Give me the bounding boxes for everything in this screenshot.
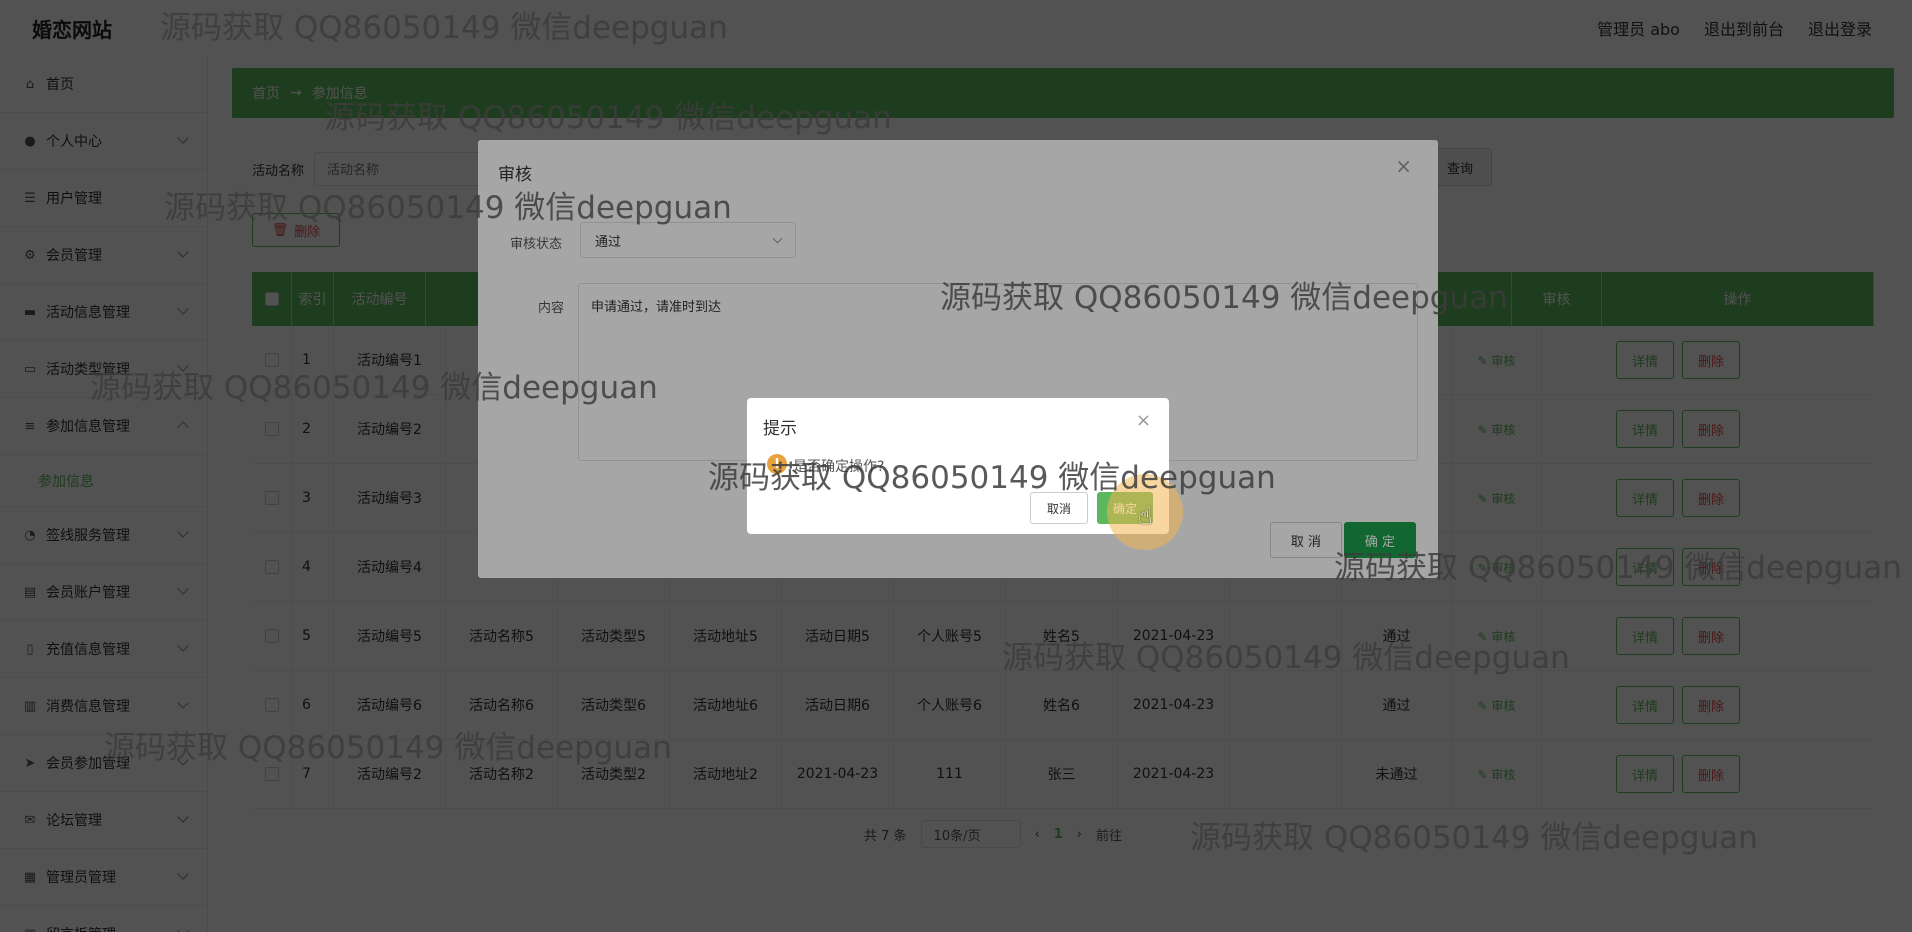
watermark: 源码获取 QQ86050149 微信deepguan (1002, 640, 1570, 676)
watermark: 源码获取 QQ86050149 微信deepguan (90, 370, 658, 406)
watermark: 源码获取 QQ86050149 微信deepguan (1334, 550, 1902, 586)
watermark: 源码获取 QQ86050149 微信deepguan (940, 280, 1508, 316)
watermark: 源码获取 QQ86050149 微信deepguan (104, 730, 672, 766)
watermark: 源码获取 QQ86050149 微信deepguan (160, 10, 728, 46)
hand-cursor-icon: ☝ (1138, 502, 1153, 530)
watermark: 源码获取 QQ86050149 微信deepguan (164, 190, 732, 226)
watermark: 源码获取 QQ86050149 微信deepguan (324, 100, 892, 136)
close-icon[interactable]: × (1136, 410, 1151, 431)
watermark: 源码获取 QQ86050149 微信deepguan (1190, 820, 1758, 856)
confirm-title: 提示 (763, 419, 797, 439)
watermark: 源码获取 QQ86050149 微信deepguan (708, 460, 1276, 496)
